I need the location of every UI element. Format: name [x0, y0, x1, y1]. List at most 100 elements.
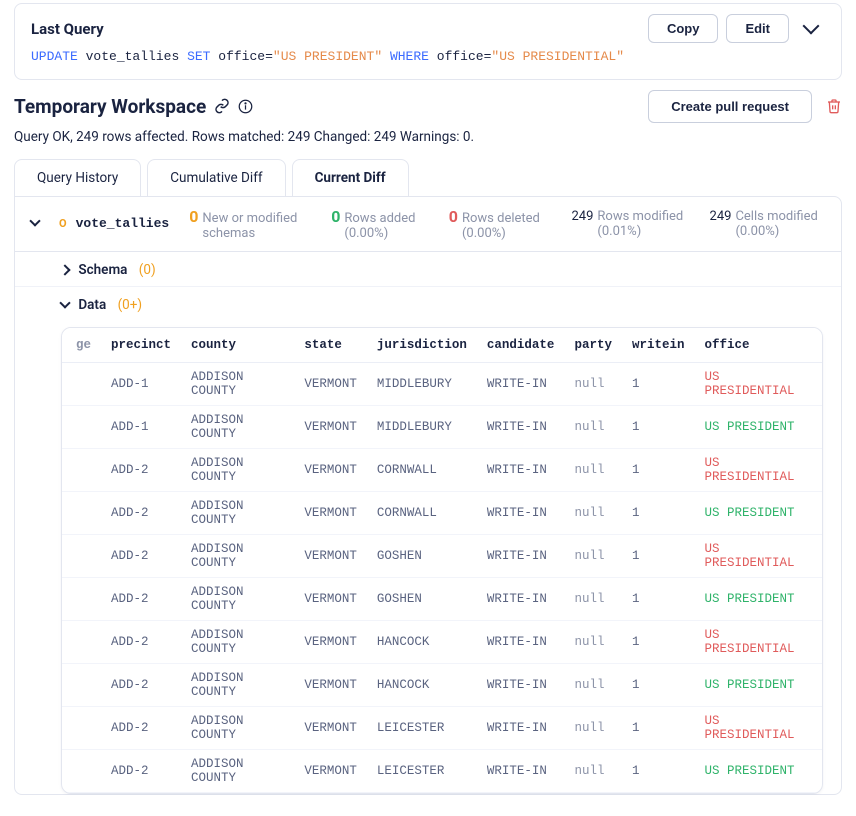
col-candidate[interactable]: candidate	[477, 328, 565, 363]
table-cell: 1	[622, 405, 695, 448]
table-cell: WRITE-IN	[477, 491, 565, 534]
last-query-panel: Last Query Copy Edit UPDATE vote_tallies…	[14, 3, 842, 80]
col-first[interactable]: ge	[62, 328, 101, 363]
table-row[interactable]: ADD-1ADDISON COUNTYVERMONTMIDDLEBURYWRIT…	[62, 405, 822, 448]
tab-query-history[interactable]: Query History	[14, 159, 141, 196]
table-row[interactable]: ADD-2ADDISON COUNTYVERMONTCORNWALLWRITE-…	[62, 448, 822, 491]
table-cell: HANCOCK	[367, 663, 477, 706]
table-cell: ADDISON COUNTY	[181, 706, 294, 749]
table-cell: US PRESIDENT	[694, 491, 822, 534]
schema-section-toggle[interactable]: Schema (0)	[15, 252, 841, 287]
col-writein[interactable]: writein	[622, 328, 695, 363]
create-pull-request-button[interactable]: Create pull request	[648, 90, 812, 123]
last-query-title: Last Query	[31, 20, 104, 38]
table-row[interactable]: ADD-2ADDISON COUNTYVERMONTHANCOCKWRITE-I…	[62, 663, 822, 706]
table-cell: WRITE-IN	[477, 663, 565, 706]
sql-keyword: SET	[187, 49, 210, 64]
table-cell	[62, 448, 101, 491]
info-icon[interactable]	[238, 99, 253, 114]
table-cell: ADDISON COUNTY	[181, 577, 294, 620]
table-cell: ADD-2	[101, 749, 181, 792]
table-cell: 1	[622, 620, 695, 663]
col-precinct[interactable]: precinct	[101, 328, 181, 363]
tab-cumulative-diff[interactable]: Cumulative Diff	[147, 159, 285, 196]
table-cell: ADDISON COUNTY	[181, 405, 294, 448]
expand-query-toggle[interactable]	[797, 15, 825, 43]
dot-red-icon: 0	[449, 207, 458, 226]
col-jurisdiction[interactable]: jurisdiction	[367, 328, 477, 363]
diff-table-container: ge precinct county state jurisdiction ca…	[61, 327, 823, 794]
edit-button[interactable]: Edit	[726, 14, 789, 43]
col-county[interactable]: county	[181, 328, 294, 363]
table-row[interactable]: ADD-2ADDISON COUNTYVERMONTGOSHENWRITE-IN…	[62, 577, 822, 620]
table-cell: VERMONT	[294, 749, 367, 792]
table-cell: 1	[622, 491, 695, 534]
table-cell: null	[564, 491, 622, 534]
table-cell: US PRESIDENTIAL	[694, 706, 822, 749]
sql-keyword: WHERE	[390, 49, 429, 64]
table-cell	[62, 534, 101, 577]
table-header-row: ge precinct county state jurisdiction ca…	[62, 328, 822, 363]
table-row[interactable]: ADD-2ADDISON COUNTYVERMONTHANCOCKWRITE-I…	[62, 620, 822, 663]
tab-current-diff[interactable]: Current Diff	[292, 159, 409, 196]
col-state[interactable]: state	[294, 328, 367, 363]
table-cell: 1	[622, 663, 695, 706]
table-cell: null	[564, 620, 622, 663]
table-cell: WRITE-IN	[477, 362, 565, 405]
trash-icon[interactable]	[826, 98, 842, 114]
table-cell: MIDDLEBURY	[367, 405, 477, 448]
chevron-down-icon	[29, 215, 40, 226]
table-cell: ADDISON COUNTY	[181, 620, 294, 663]
table-cell: WRITE-IN	[477, 534, 565, 577]
table-cell	[62, 491, 101, 534]
dot-green-icon: 0	[331, 207, 340, 226]
table-row[interactable]: ADD-2ADDISON COUNTYVERMONTCORNWALLWRITE-…	[62, 491, 822, 534]
table-cell: US PRESIDENT	[694, 663, 822, 706]
table-cell: VERMONT	[294, 663, 367, 706]
table-cell: null	[564, 749, 622, 792]
table-row[interactable]: ADD-2ADDISON COUNTYVERMONTLEICESTERWRITE…	[62, 749, 822, 792]
table-cell: 1	[622, 577, 695, 620]
table-row[interactable]: ADD-2ADDISON COUNTYVERMONTGOSHENWRITE-IN…	[62, 534, 822, 577]
query-status: Query OK, 249 rows affected. Rows matche…	[14, 129, 842, 145]
table-cell: WRITE-IN	[477, 749, 565, 792]
sql-string: "US PRESIDENTIAL"	[491, 49, 624, 64]
data-section-toggle[interactable]: Data (0+)	[15, 287, 841, 321]
diff-stats-row: O vote_tallies 0New or modified schemas …	[15, 197, 841, 252]
table-cell: US PRESIDENTIAL	[694, 448, 822, 491]
diff-tabs: Query History Cumulative Diff Current Di…	[14, 159, 842, 196]
table-cell: US PRESIDENTIAL	[694, 620, 822, 663]
table-cell: VERMONT	[294, 491, 367, 534]
stat-rows-deleted: 0Rows deleted (0.00%)	[449, 207, 552, 241]
workspace-header: Temporary Workspace Create pull request …	[14, 90, 842, 145]
data-count: (0+)	[118, 297, 143, 313]
table-name: vote_tallies	[76, 216, 170, 231]
stat-rows-added: 0Rows added (0.00%)	[331, 207, 429, 241]
sql-col: office	[218, 49, 265, 64]
table-cell: ADD-2	[101, 577, 181, 620]
table-cell: GOSHEN	[367, 577, 477, 620]
link-icon[interactable]	[214, 98, 230, 114]
table-cell: 1	[622, 448, 695, 491]
table-cell: ADDISON COUNTY	[181, 534, 294, 577]
col-office[interactable]: office	[694, 328, 822, 363]
table-cell: null	[564, 534, 622, 577]
table-cell: ADDISON COUNTY	[181, 749, 294, 792]
last-query-actions: Copy Edit	[648, 14, 825, 43]
table-toggle[interactable]	[31, 216, 39, 231]
stat-cells-modified: 249Cells modified (0.00%)	[710, 209, 825, 239]
table-cell: WRITE-IN	[477, 405, 565, 448]
table-row[interactable]: ADD-1ADDISON COUNTYVERMONTMIDDLEBURYWRIT…	[62, 362, 822, 405]
table-cell: 1	[622, 749, 695, 792]
table-row[interactable]: ADD-2ADDISON COUNTYVERMONTLEICESTERWRITE…	[62, 706, 822, 749]
copy-button[interactable]: Copy	[648, 14, 719, 43]
col-party[interactable]: party	[564, 328, 622, 363]
table-cell: ADDISON COUNTY	[181, 448, 294, 491]
dot-yellow-icon: 0	[189, 207, 198, 226]
table-cell: LEICESTER	[367, 706, 477, 749]
table-cell: WRITE-IN	[477, 706, 565, 749]
table-cell: ADD-2	[101, 620, 181, 663]
sql-col: office	[437, 49, 484, 64]
table-cell: ADD-2	[101, 534, 181, 577]
table-cell	[62, 663, 101, 706]
